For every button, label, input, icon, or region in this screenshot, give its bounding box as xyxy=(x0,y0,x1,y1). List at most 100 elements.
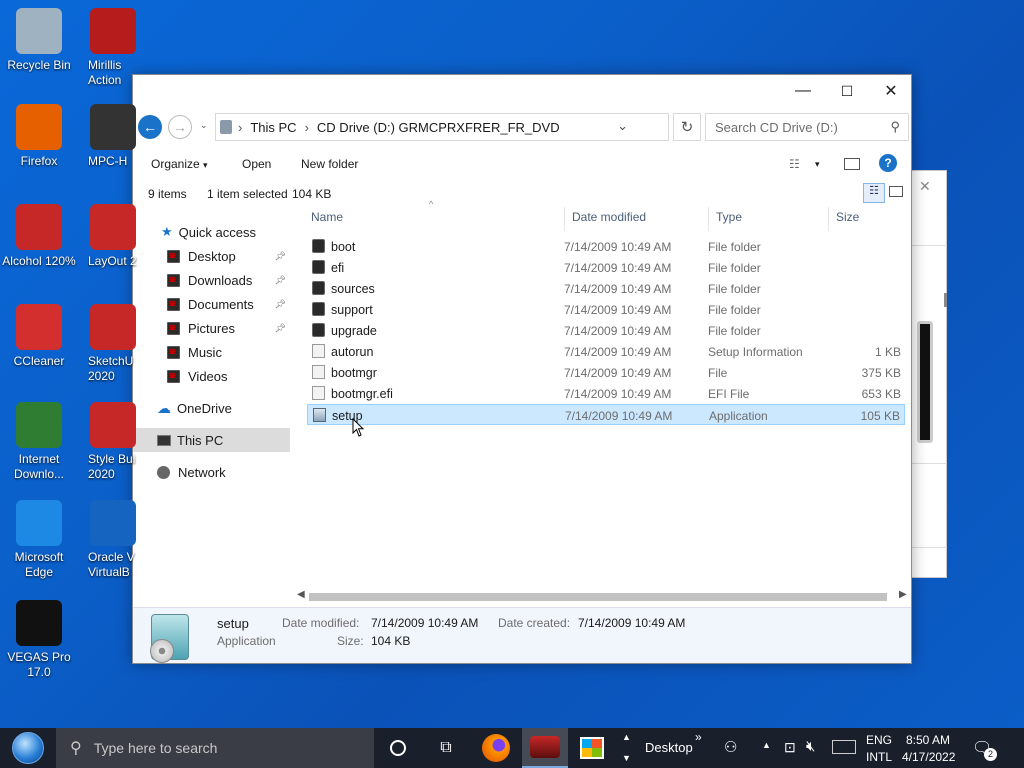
nav-label: Network xyxy=(178,464,226,480)
column-header-date[interactable]: Date modified xyxy=(564,203,708,231)
preview-pane-icon[interactable] xyxy=(844,158,860,170)
toolbar-overflow-icon[interactable]: » xyxy=(695,730,702,744)
input-language[interactable]: ENG INTL xyxy=(866,728,892,768)
open-button[interactable]: Open xyxy=(242,157,271,171)
internet-download-manager-icon xyxy=(16,402,62,448)
desktop-icon[interactable]: VEGAS Pro 17.0 xyxy=(0,600,78,680)
close-button[interactable]: ✕ xyxy=(869,75,913,107)
nav-onedrive[interactable]: ☁ OneDrive xyxy=(157,396,314,420)
forward-button[interactable]: → xyxy=(168,115,192,139)
recent-locations-chevron-icon[interactable]: ⌄ xyxy=(200,120,208,131)
search-input[interactable]: Search CD Drive (D:) ⚲ xyxy=(705,113,909,141)
taskbar-search-box[interactable]: ⚲ Type here to search xyxy=(56,728,374,768)
scroll-right-icon[interactable]: ▶ xyxy=(899,589,907,600)
desktop-icon[interactable]: CCleaner xyxy=(0,304,78,369)
details-file-name: setup xyxy=(217,616,249,631)
pin-icon[interactable]: 📌︎ xyxy=(275,275,286,286)
nav-label: Documents xyxy=(188,296,254,312)
desktop-icon[interactable]: Alcohol 120% xyxy=(0,204,78,269)
scroll-left-icon[interactable]: ◀ xyxy=(297,589,305,600)
nav-item-downloads[interactable]: Downloads 📌︎ xyxy=(167,268,290,292)
desktop-icon[interactable]: LayOut 2 xyxy=(88,204,138,269)
nav-quick-access[interactable]: ★ Quick access xyxy=(161,220,318,244)
table-row[interactable]: autorun 7/14/2009 10:49 AM Setup Informati… xyxy=(307,341,905,362)
nav-item-desktop[interactable]: Desktop 📌︎ xyxy=(167,244,290,268)
clock-date: 4/17/2022 xyxy=(902,750,956,764)
file-icon xyxy=(312,365,325,379)
help-icon[interactable]: ? xyxy=(879,154,897,172)
address-bar[interactable]: › This PC › CD Drive (D:) GRMCPRXFRER_FR… xyxy=(215,113,669,141)
details-view-icon[interactable]: ☷ xyxy=(863,183,885,203)
desktop-icon[interactable]: MPC-H xyxy=(88,104,138,169)
table-row[interactable]: sources 7/14/2009 10:49 AM File folder xyxy=(307,278,905,299)
desktop-icon[interactable]: SketchU 2020 xyxy=(88,304,138,384)
table-row[interactable]: setup 7/14/2009 10:49 AM Application 105 KB xyxy=(307,404,905,425)
clock[interactable]: 8:50 AM 4/17/2022 xyxy=(900,728,962,768)
desktop-icon-label: MPC-H xyxy=(88,154,128,168)
show-hidden-icons-icon[interactable]: ▲ xyxy=(762,740,771,768)
nav-item-documents[interactable]: Documents 📌︎ xyxy=(167,292,290,316)
pin-icon[interactable]: 📌︎ xyxy=(275,251,286,262)
selection-size: 104 KB xyxy=(292,187,332,201)
file-explorer-window[interactable]: — ☐ ✕ ← → ⌄ › This PC › CD Drive (D:) GR… xyxy=(132,74,912,664)
breadcrumb-this-pc[interactable]: This PC xyxy=(250,120,296,135)
mouse-cursor-icon xyxy=(352,418,365,437)
table-row[interactable]: boot 7/14/2009 10:49 AM File folder xyxy=(307,236,905,257)
column-header-type[interactable]: Type xyxy=(708,203,828,231)
cortana-button[interactable] xyxy=(378,728,418,768)
nav-item-videos[interactable]: Videos xyxy=(167,364,290,388)
firefox-taskbar-button[interactable] xyxy=(476,728,516,768)
desktop-icon[interactable]: Microsoft Edge xyxy=(0,500,78,580)
table-row[interactable]: upgrade 7/14/2009 10:49 AM File folder xyxy=(307,320,905,341)
table-row[interactable]: bootmgr.efi 7/14/2009 10:49 AM EFI File 653… xyxy=(307,383,905,404)
horizontal-scrollbar[interactable]: ◀ ▶ xyxy=(293,589,913,606)
nav-item-music[interactable]: Music xyxy=(167,340,290,364)
column-header-name[interactable]: Name xyxy=(303,203,563,231)
address-dropdown-icon[interactable]: ⌄ xyxy=(617,118,628,134)
explorer-taskbar-button[interactable] xyxy=(522,728,568,768)
large-icons-view-icon[interactable] xyxy=(889,186,903,197)
pin-icon[interactable]: 📌︎ xyxy=(275,323,286,334)
desktop-icon[interactable]: Recycle Bin xyxy=(0,8,78,73)
title-bar[interactable]: — ☐ ✕ xyxy=(133,75,911,107)
keyboard-icon[interactable] xyxy=(832,740,856,754)
layout-icon xyxy=(90,204,136,250)
desktop-icon[interactable]: Firefox xyxy=(0,104,78,169)
ccleaner-icon xyxy=(16,304,62,350)
table-row[interactable]: efi 7/14/2009 10:49 AM File folder xyxy=(307,257,905,278)
search-icon: ⚲ xyxy=(890,119,900,134)
volume-muted-icon[interactable]: 🔇︎ xyxy=(806,738,815,768)
nav-network[interactable]: Network xyxy=(157,460,314,484)
close-icon[interactable]: ✕ xyxy=(919,178,931,195)
breadcrumb-cd-drive[interactable]: CD Drive (D:) GRMCPRXFRER_FR_DVD xyxy=(317,120,560,135)
store-taskbar-button[interactable] xyxy=(572,728,612,768)
back-button[interactable]: ← xyxy=(138,115,162,139)
people-icon[interactable]: ⚇ xyxy=(724,738,737,768)
desktop-icon[interactable]: Internet Downlo... xyxy=(0,402,78,482)
nav-item-pictures[interactable]: Pictures 📌︎ xyxy=(167,316,290,340)
scrollbar-thumb[interactable] xyxy=(309,593,887,601)
view-options-chevron-icon[interactable]: ▾ xyxy=(815,159,820,170)
network-icon[interactable]: ⊡ xyxy=(784,739,796,768)
change-view-icon[interactable]: ☷ xyxy=(789,157,800,171)
app-icon xyxy=(530,736,560,758)
pin-icon[interactable]: 📌︎ xyxy=(275,299,286,310)
task-view-button[interactable]: ⧉ xyxy=(426,728,466,768)
refresh-button[interactable]: ↻ xyxy=(673,113,701,141)
chevron-down-icon: ▼ xyxy=(622,753,631,763)
details-date-modified-label: Date modified: xyxy=(282,616,360,630)
file-name: efi xyxy=(331,261,345,275)
table-row[interactable]: support 7/14/2009 10:49 AM File folder xyxy=(307,299,905,320)
desktop-icon[interactable]: Mirillis Action xyxy=(88,8,138,88)
scrollbar[interactable] xyxy=(944,293,947,307)
nav-this-pc[interactable]: This PC xyxy=(133,428,290,452)
organize-menu[interactable]: Organize ▾ xyxy=(151,157,208,171)
desktop-icon[interactable]: Style Bui 2020 xyxy=(88,402,138,482)
table-row[interactable]: bootmgr 7/14/2009 10:49 AM File 375 KB xyxy=(307,362,905,383)
desktop-icon[interactable]: Oracle V VirtualB xyxy=(88,500,138,580)
new-folder-button[interactable]: New folder xyxy=(301,157,358,171)
maximize-button[interactable]: ☐ xyxy=(825,75,869,107)
column-header-size[interactable]: Size xyxy=(828,203,898,231)
start-button[interactable] xyxy=(0,728,56,768)
minimize-button[interactable]: — xyxy=(781,75,825,107)
